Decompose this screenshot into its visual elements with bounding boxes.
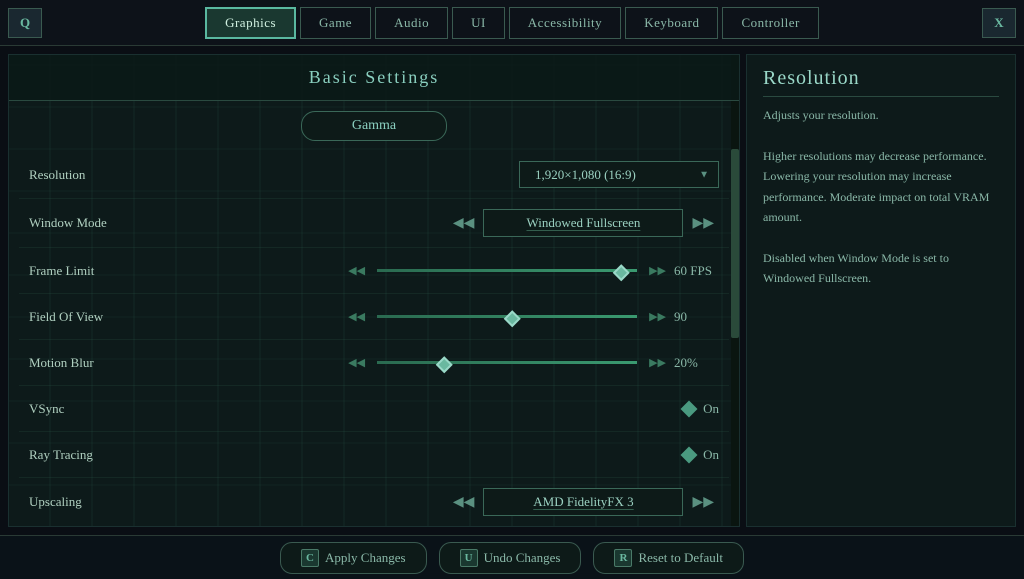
reset-key-icon: R: [614, 549, 632, 567]
close-button[interactable]: X: [982, 8, 1016, 38]
upscaling-left-arrow[interactable]: ◀◀: [448, 492, 480, 513]
motion-blur-label: Motion Blur: [29, 355, 229, 371]
apply-changes-button[interactable]: C Apply Changes: [280, 542, 427, 574]
frame-limit-thumb[interactable]: [613, 264, 630, 281]
fov-control: ◀◀ ▶▶ 90: [229, 309, 719, 325]
resolution-dropdown-wrapper: 1,920×1,080 (16:9): [519, 161, 719, 188]
ray-tracing-row: Ray Tracing On: [19, 432, 729, 478]
settings-panel: Basic Settings Gamma Resolution 1,920×1,…: [8, 54, 740, 527]
motion-blur-inner: [377, 361, 637, 364]
upscaling-right-arrow[interactable]: ▶▶: [687, 492, 719, 513]
fov-thumb[interactable]: [504, 310, 521, 327]
window-mode-left-arrow[interactable]: ◀◀: [448, 213, 480, 234]
ray-tracing-label: Ray Tracing: [29, 447, 229, 463]
fov-left-arrows[interactable]: ◀◀: [348, 310, 365, 323]
frame-limit-slider: ◀◀ ▶▶ 60 FPS: [229, 263, 719, 279]
reset-label: Reset to Default: [638, 550, 722, 566]
upscaling-selector: ◀◀ AMD FidelityFX 3 ▶▶: [448, 488, 719, 516]
tab-game[interactable]: Game: [300, 7, 371, 39]
motion-blur-left-arrows[interactable]: ◀◀: [348, 356, 365, 369]
window-mode-label: Window Mode: [29, 215, 229, 231]
main-content: Basic Settings Gamma Resolution 1,920×1,…: [0, 46, 1024, 535]
vsync-diamond-icon: [681, 400, 698, 417]
frame-limit-left-arrows[interactable]: ◀◀: [348, 264, 365, 277]
nav-tabs-container: Graphics Game Audio UI Accessibility Key…: [46, 7, 978, 39]
vsync-label: VSync: [29, 401, 229, 417]
section-title: Basic Settings: [9, 55, 739, 101]
ray-tracing-diamond-icon: [681, 446, 698, 463]
fov-inner: [377, 315, 637, 318]
undo-label: Undo Changes: [484, 550, 561, 566]
tab-graphics[interactable]: Graphics: [205, 7, 296, 39]
tab-controller[interactable]: Controller: [722, 7, 818, 39]
fov-track[interactable]: [377, 315, 637, 319]
upscaling-row: Upscaling ◀◀ AMD FidelityFX 3 ▶▶: [19, 478, 729, 527]
fov-label: Field Of View: [29, 309, 229, 325]
top-navigation: Q Graphics Game Audio UI Accessibility K…: [0, 0, 1024, 46]
upscaling-label: Upscaling: [29, 494, 229, 510]
fov-value: 90: [674, 309, 719, 325]
ray-tracing-value: On: [703, 447, 719, 463]
vsync-toggle[interactable]: On: [683, 401, 719, 417]
upscaling-control: ◀◀ AMD FidelityFX 3 ▶▶: [229, 488, 719, 516]
frame-limit-value: 60 FPS: [674, 263, 719, 279]
frame-limit-label: Frame Limit: [29, 263, 229, 279]
frame-limit-track[interactable]: [377, 269, 637, 273]
info-panel-text: Adjusts your resolution. Higher resoluti…: [763, 105, 999, 289]
fov-right-arrows[interactable]: ▶▶: [649, 310, 666, 323]
window-mode-right-arrow[interactable]: ▶▶: [687, 213, 719, 234]
resolution-control: 1,920×1,080 (16:9): [229, 161, 719, 188]
apply-key-icon: C: [301, 549, 319, 567]
motion-blur-track[interactable]: [377, 361, 637, 365]
reset-default-button[interactable]: R Reset to Default: [593, 542, 743, 574]
motion-blur-right-arrows[interactable]: ▶▶: [649, 356, 666, 369]
undo-key-icon: U: [460, 549, 478, 567]
vsync-row: VSync On: [19, 386, 729, 432]
tab-audio[interactable]: Audio: [375, 7, 448, 39]
vsync-control: On: [229, 401, 719, 417]
frame-limit-control: ◀◀ ▶▶ 60 FPS: [229, 263, 719, 279]
window-mode-control: ◀◀ Windowed Fullscreen ▶▶: [229, 209, 719, 237]
resolution-dropdown[interactable]: 1,920×1,080 (16:9): [519, 161, 719, 188]
ray-tracing-control: On: [229, 447, 719, 463]
settings-list: Resolution 1,920×1,080 (16:9) Window Mod…: [9, 151, 739, 527]
vsync-value: On: [703, 401, 719, 417]
motion-blur-thumb[interactable]: [436, 356, 453, 373]
info-panel-title: Resolution: [763, 67, 999, 97]
tab-accessibility[interactable]: Accessibility: [509, 7, 621, 39]
motion-blur-control: ◀◀ ▶▶ 20%: [229, 355, 719, 371]
window-mode-value: Windowed Fullscreen: [483, 209, 683, 237]
ray-tracing-toggle[interactable]: On: [683, 447, 719, 463]
upscaling-value: AMD FidelityFX 3: [483, 488, 683, 516]
gamma-button[interactable]: Gamma: [301, 111, 447, 141]
frame-limit-row: Frame Limit ◀◀ ▶▶ 60 FPS: [19, 248, 729, 294]
gamma-container: Gamma: [9, 101, 739, 151]
info-panel: Resolution Adjusts your resolution. High…: [746, 54, 1016, 527]
apply-label: Apply Changes: [325, 550, 406, 566]
window-mode-row: Window Mode ◀◀ Windowed Fullscreen ▶▶: [19, 199, 729, 248]
tab-ui[interactable]: UI: [452, 7, 505, 39]
resolution-label: Resolution: [29, 167, 229, 183]
tab-keyboard[interactable]: Keyboard: [625, 7, 718, 39]
q-button[interactable]: Q: [8, 8, 42, 38]
fov-slider: ◀◀ ▶▶ 90: [229, 309, 719, 325]
window-mode-selector: ◀◀ Windowed Fullscreen ▶▶: [448, 209, 719, 237]
frame-limit-right-arrows[interactable]: ▶▶: [649, 264, 666, 277]
motion-blur-row: Motion Blur ◀◀ ▶▶ 20%: [19, 340, 729, 386]
bottom-bar: C Apply Changes U Undo Changes R Reset t…: [0, 535, 1024, 579]
frame-limit-inner: [377, 269, 637, 272]
resolution-row: Resolution 1,920×1,080 (16:9): [19, 151, 729, 199]
motion-blur-value: 20%: [674, 355, 719, 371]
fov-row: Field Of View ◀◀ ▶▶ 90: [19, 294, 729, 340]
undo-changes-button[interactable]: U Undo Changes: [439, 542, 582, 574]
motion-blur-slider: ◀◀ ▶▶ 20%: [229, 355, 719, 371]
